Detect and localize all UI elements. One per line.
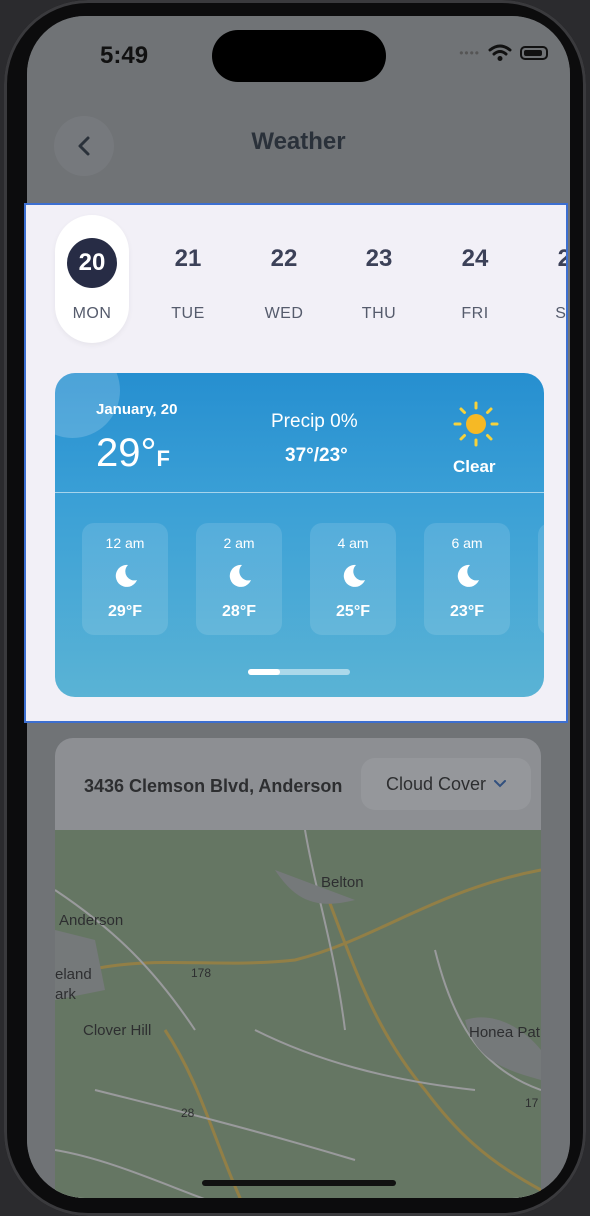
- day-number: 20: [67, 238, 117, 288]
- day-item-21[interactable]: 21 TUE: [151, 215, 225, 343]
- weather-date: January, 20: [96, 401, 178, 418]
- hour-time: 4 am: [337, 535, 369, 551]
- battery-icon: [520, 46, 548, 60]
- day-name: SAT: [555, 305, 567, 322]
- hour-temp: 23°F: [450, 603, 484, 620]
- map-label: 28: [181, 1106, 195, 1120]
- map-label: Belton: [321, 874, 364, 891]
- wifi-icon: [488, 44, 512, 61]
- hour-time: 6 am: [451, 535, 483, 551]
- current-temperature: 29°F: [96, 431, 170, 476]
- day-name: MON: [72, 305, 112, 322]
- map-label: Anderson: [59, 912, 124, 929]
- hourly-scrollbar[interactable]: [248, 669, 350, 675]
- map-view[interactable]: Belton Anderson 178 eland ark Clover Hil…: [55, 830, 541, 1198]
- status-bar: 5:49 ••••: [27, 16, 570, 96]
- temp-unit: F: [156, 446, 170, 471]
- weather-card: January, 20 29°F Precip 0% 37°/23° Clear…: [55, 373, 544, 697]
- hour-item: 12 am 29°F: [82, 523, 168, 635]
- sun-icon: [453, 401, 499, 447]
- map-label: 178: [191, 966, 212, 980]
- map-roads: [55, 830, 541, 1198]
- home-indicator[interactable]: [202, 1180, 396, 1186]
- moon-icon: [343, 564, 365, 587]
- condition-label: Clear: [453, 457, 496, 476]
- map-label: eland: [55, 966, 92, 983]
- dynamic-island: [212, 30, 386, 82]
- page-title: Weather: [251, 128, 346, 155]
- day-name: FRI: [461, 305, 489, 322]
- chevron-down-icon: [494, 780, 507, 788]
- status-time: 5:49: [100, 42, 149, 69]
- day-name: TUE: [171, 305, 205, 322]
- day-item-20[interactable]: 20 MON: [55, 215, 129, 343]
- day-item-24[interactable]: 24 FRI: [438, 215, 512, 343]
- hour-temp: 25°F: [336, 603, 370, 620]
- signal-dots-icon: ••••: [459, 46, 480, 60]
- layer-dropdown-label: Cloud Cover: [385, 773, 487, 794]
- day-selector: 20 MON 21 TUE 22 WED 23 THU 24 FRI 25 SA…: [26, 215, 567, 345]
- hour-item: 4 am 25°F: [310, 523, 396, 635]
- day-item-22[interactable]: 22 WED: [247, 215, 321, 343]
- hour-time: 12 am: [105, 535, 145, 551]
- hour-time: 2 am: [223, 535, 255, 551]
- moon-icon: [229, 564, 251, 587]
- day-name: THU: [361, 305, 397, 322]
- forecast-panel: 20 MON 21 TUE 22 WED 23 THU 24 FRI 25 SA…: [24, 203, 568, 723]
- layer-dropdown[interactable]: Cloud Cover: [361, 758, 531, 810]
- high-low-temperature: 37°/23°: [285, 445, 348, 466]
- day-number: 24: [461, 245, 489, 272]
- day-number: 22: [270, 245, 298, 272]
- header: Weather: [27, 108, 570, 178]
- day-number: 21: [174, 245, 202, 272]
- precipitation: Precip 0%: [271, 411, 358, 432]
- map-label: Clover Hill: [83, 1022, 152, 1039]
- scroll-thumb[interactable]: [248, 669, 280, 675]
- hour-temp: 28°F: [222, 603, 256, 620]
- moon-icon: [115, 564, 137, 587]
- moon-icon: [457, 564, 479, 587]
- hour-item: 2 am 28°F: [196, 523, 282, 635]
- map-card: 3436 Clemson Blvd, Anderson Cloud Cover: [55, 738, 541, 1198]
- temp-value: 29°: [96, 431, 157, 475]
- status-icons: ••••: [459, 44, 548, 62]
- day-number: 25: [534, 245, 566, 273]
- hour-item: 6 am 23°F: [424, 523, 510, 635]
- day-item-25[interactable]: 25 SAT: [534, 215, 567, 343]
- day-item-23[interactable]: 23 THU: [342, 215, 416, 343]
- map-label: 17: [525, 1096, 539, 1110]
- day-number: 23: [365, 245, 393, 272]
- divider: [55, 492, 544, 493]
- hour-item-partial: [538, 523, 544, 635]
- hourly-forecast[interactable]: 12 am 29°F 2 am 28°F 4 am 25°F 6 am 23°F: [82, 523, 544, 635]
- day-name: WED: [264, 305, 304, 322]
- map-label: Honea Pat: [469, 1024, 540, 1041]
- map-label: ark: [55, 986, 76, 1003]
- address-label: 3436 Clemson Blvd, Anderson: [84, 776, 343, 796]
- hour-temp: 29°F: [108, 603, 142, 620]
